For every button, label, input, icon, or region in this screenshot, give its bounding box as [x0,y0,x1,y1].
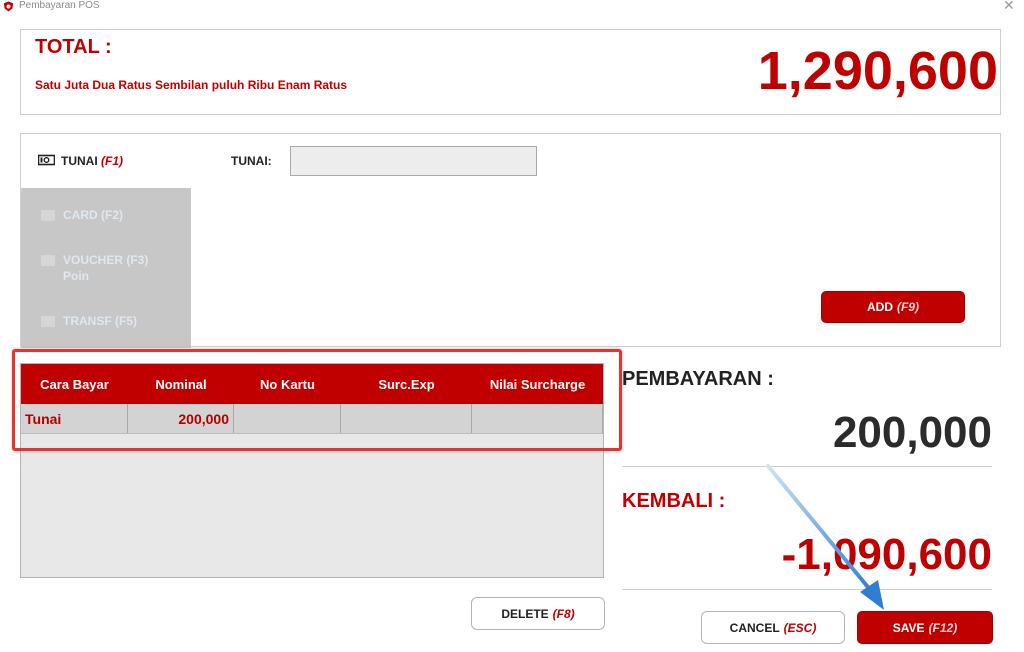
total-in-words: Satu Juta Dua Ratus Sembilan puluh Ribu … [35,78,348,92]
tab-transfer-label: TRANSF (F5) [63,314,137,328]
cash-icon [38,154,55,166]
transfer-icon [41,316,55,328]
disabled-method-tabs: CARD (F2) VOUCHER (F3) Poin TRANSF (F5) [21,188,191,348]
tab-transfer[interactable]: TRANSF (F5) [41,314,137,328]
title-bar: Pembayaran POS ✕ [0,0,1024,14]
delete-button-label: DELETE [501,606,549,621]
total-panel: TOTAL : Satu Juta Dua Ratus Sembilan pul… [20,29,1001,115]
pembayaran-amount: 200,000 [832,408,992,457]
total-amount: 1,290,600 [757,41,998,101]
cancel-button-label: CANCEL [729,620,780,635]
save-button-key: (F12) [928,620,958,635]
save-button[interactable]: SAVE (F12) [857,611,993,644]
delete-button[interactable]: DELETE (F8) [471,597,605,630]
tab-voucher-label: VOUCHER (F3) [63,253,149,267]
tab-card-label: CARD (F2) [63,208,123,222]
total-label: TOTAL : [35,36,112,58]
add-button-key: (F9) [897,300,919,314]
tunai-field-label: TUNAI: [231,154,272,168]
pembayaran-label: PEMBAYARAN : [622,368,774,390]
card-icon [41,210,55,222]
cancel-button-key: (ESC) [783,620,817,635]
divider [622,589,992,590]
shield-logo-icon [3,1,14,12]
tab-voucher[interactable]: VOUCHER (F3) Poin [41,252,148,284]
add-button[interactable]: ADD (F9) [821,291,965,323]
add-button-label: ADD [867,300,893,314]
tab-tunai-label: TUNAI [61,154,98,168]
tab-tunai[interactable]: TUNAI (F1) [21,134,191,188]
tab-tunai-key: (F1) [101,154,124,168]
voucher-icon [41,255,55,267]
tab-card[interactable]: CARD (F2) [41,208,123,222]
kembali-label: KEMBALI : [622,490,726,512]
payment-method-panel: TUNAI (F1) CARD (F2) VOUCHER (F3) Poin T… [20,133,1001,348]
save-button-label: SAVE [892,620,925,635]
delete-button-key: (F8) [552,606,575,621]
close-icon[interactable]: ✕ [1003,0,1015,12]
window-title: Pembayaran POS [19,0,100,11]
tunai-input[interactable] [290,146,537,176]
tab-voucher-sub-label: Poin [63,269,89,283]
highlight-annotation-box [12,349,622,451]
kembali-amount: -1,090,600 [781,530,992,579]
divider [622,466,992,467]
cancel-button[interactable]: CANCEL (ESC) [701,611,845,644]
